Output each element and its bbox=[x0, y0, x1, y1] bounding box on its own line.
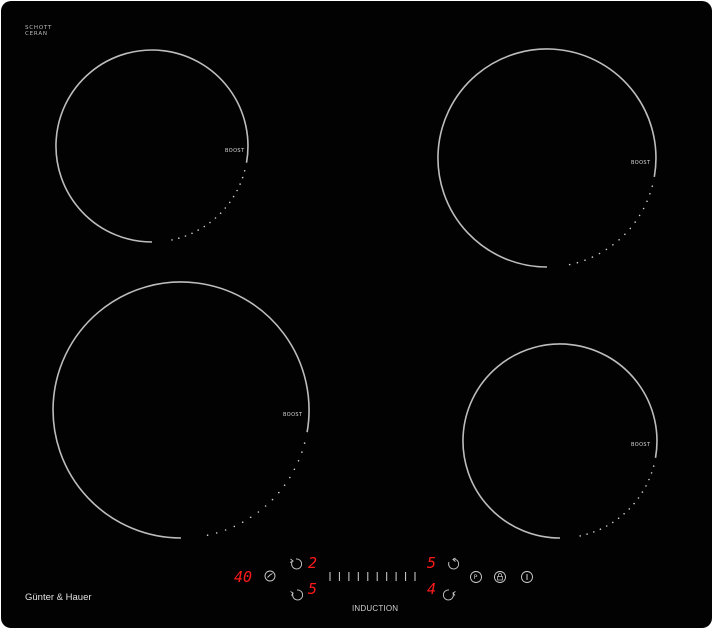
timer-icon[interactable] bbox=[264, 570, 276, 582]
boost-dot-bottom-left bbox=[233, 525, 236, 528]
boost-dot-top-left bbox=[236, 189, 238, 192]
boost-dot-bottom-left bbox=[257, 511, 260, 513]
boost-dot-bottom-left bbox=[224, 529, 227, 531]
zone-select-icon-bottom-right[interactable] bbox=[442, 589, 456, 601]
boost-dot-top-left bbox=[209, 221, 211, 224]
pause-icon[interactable]: P bbox=[470, 571, 482, 583]
boost-dot-bottom-left bbox=[206, 534, 209, 536]
boost-label-bottom-right: BOOST bbox=[631, 442, 651, 448]
level-display-top-right: 5 bbox=[427, 554, 436, 572]
boost-dot-bottom-right bbox=[648, 478, 650, 481]
timer-display: 40 bbox=[234, 568, 252, 586]
boost-dot-bottom-right bbox=[586, 533, 588, 535]
boost-dot-bottom-left bbox=[293, 468, 296, 471]
boost-dot-top-left bbox=[228, 201, 231, 204]
level-display-bottom-right: 4 bbox=[427, 580, 436, 598]
boost-dot-top-right bbox=[646, 200, 648, 203]
boost-dot-top-left bbox=[191, 232, 193, 235]
boost-dot-bottom-right bbox=[645, 485, 647, 487]
boost-dot-bottom-left bbox=[249, 516, 252, 519]
boost-dot-top-right bbox=[591, 256, 594, 258]
boost-dot-top-left bbox=[203, 225, 206, 228]
pause-glyph: P bbox=[474, 574, 478, 581]
level-display-bottom-left: 5 bbox=[308, 580, 317, 598]
boost-dot-top-left bbox=[241, 176, 244, 179]
zone-ring-top-left bbox=[55, 49, 249, 243]
boost-label-bottom-left: BOOST bbox=[283, 412, 303, 418]
boost-dot-bottom-left bbox=[264, 505, 267, 507]
boost-dot-top-left bbox=[178, 237, 180, 239]
power-icon[interactable] bbox=[521, 571, 533, 583]
boost-dot-bottom-right bbox=[623, 513, 625, 515]
boost-dot-top-left bbox=[224, 207, 227, 209]
boost-dot-top-left bbox=[239, 183, 241, 185]
boost-dot-top-right bbox=[624, 233, 626, 236]
boost-dot-top-right bbox=[618, 239, 620, 241]
boost-dot-top-right bbox=[642, 207, 645, 210]
boost-label-top-left: BOOST bbox=[225, 148, 245, 154]
lock-icon[interactable] bbox=[494, 571, 506, 583]
zone-ring-top-right bbox=[437, 48, 657, 268]
zone-select-icon-bottom-left[interactable] bbox=[290, 589, 304, 601]
boost-dot-top-right bbox=[634, 221, 636, 223]
boost-dot-bottom-right bbox=[579, 535, 581, 537]
boost-dot-top-right bbox=[598, 252, 601, 255]
boost-dot-top-right bbox=[638, 214, 641, 217]
boost-dot-bottom-right bbox=[637, 497, 640, 499]
boost-dot-top-left bbox=[197, 229, 199, 231]
cooking-zones bbox=[52, 48, 658, 539]
boost-dot-bottom-left bbox=[215, 532, 218, 534]
zone-select-icon-top-left[interactable] bbox=[289, 558, 303, 570]
boost-dot-bottom-right bbox=[612, 521, 614, 524]
boost-dot-top-left bbox=[214, 217, 217, 219]
boost-dot-top-right bbox=[568, 263, 571, 266]
zone-select-icon-top-right[interactable] bbox=[448, 557, 460, 570]
boost-dot-bottom-right bbox=[633, 502, 635, 505]
boost-dot-bottom-left bbox=[283, 484, 286, 487]
boost-dot-top-right bbox=[629, 227, 632, 230]
boost-dot-bottom-right bbox=[628, 508, 631, 510]
boost-dot-top-right bbox=[612, 244, 614, 246]
boost-dot-bottom-left bbox=[301, 451, 303, 453]
boost-dot-bottom-right bbox=[641, 491, 644, 493]
boost-dot-top-left bbox=[243, 170, 246, 172]
boost-dot-top-right bbox=[576, 261, 579, 264]
boost-dot-top-right bbox=[651, 185, 654, 187]
slider-icon[interactable] bbox=[329, 572, 416, 581]
boost-dot-bottom-left bbox=[241, 521, 244, 523]
boost-dot-top-right bbox=[584, 259, 586, 262]
cooktop-graphics: BOOST BOOST BOOST BOOST 40 2 5 5 4 P bbox=[52, 48, 658, 601]
boost-dot-bottom-left bbox=[271, 498, 274, 501]
boost-dot-bottom-right bbox=[650, 472, 653, 474]
boost-dot-bottom-left bbox=[289, 476, 291, 479]
boost-dot-top-right bbox=[649, 193, 651, 195]
zone-ring-bottom-right bbox=[462, 343, 658, 539]
boost-dot-bottom-left bbox=[303, 442, 306, 444]
boost-label-top-right: BOOST bbox=[631, 160, 651, 166]
boost-dot-bottom-left bbox=[278, 491, 280, 494]
boost-dot-top-right bbox=[605, 248, 608, 251]
boost-dot-bottom-right bbox=[599, 528, 602, 530]
boost-dot-top-left bbox=[184, 235, 187, 237]
boost-dot-top-left bbox=[171, 239, 173, 241]
boost-dot-bottom-right bbox=[593, 531, 595, 533]
boost-dot-bottom-right bbox=[617, 517, 620, 520]
boost-dot-bottom-right bbox=[605, 525, 608, 527]
boost-dot-bottom-left bbox=[297, 460, 300, 462]
level-display-top-left: 2 bbox=[308, 554, 317, 572]
boost-dot-top-left bbox=[219, 212, 222, 214]
boost-dot-bottom-right bbox=[652, 465, 655, 467]
zone-ring-bottom-left bbox=[52, 281, 310, 539]
boost-dot-top-left bbox=[232, 195, 235, 198]
